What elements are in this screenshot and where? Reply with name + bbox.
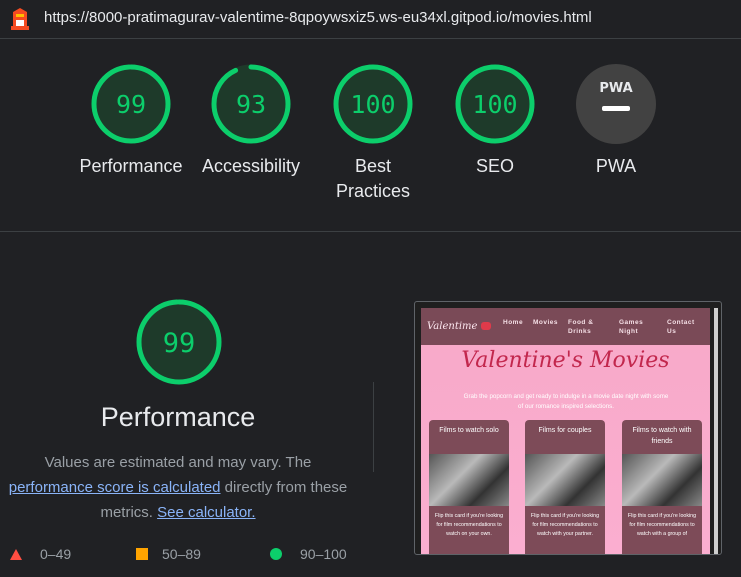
preview-card-text: Flip this card if you're looking for fil… [434, 513, 504, 537]
legend-fail: 0–49 [10, 546, 71, 562]
preview-card-title: Films to watch with friends [632, 427, 692, 445]
gauge-score: 93 [236, 90, 266, 119]
performance-description: Values are estimated and may vary. The p… [0, 450, 356, 525]
preview-brand: Valentime [427, 321, 478, 332]
preview-title: Valentine's Movies [461, 348, 670, 373]
performance-title: Performance [100, 402, 256, 432]
preview-scrollbar [714, 308, 718, 554]
vertical-divider [373, 382, 374, 472]
gauge-score: 100 [472, 90, 517, 119]
preview-navbar: Valentime Home Movies Food & Drinks Game… [421, 308, 710, 345]
gauge-best-practices[interactable]: 100 Best Practices [318, 62, 428, 204]
desc-text: Values are estimated and may vary. The [44, 454, 312, 471]
score-legend: 0–49 50–89 90–100 [0, 546, 360, 566]
gauge-score: 100 [350, 90, 395, 119]
score-gauge: 100 [455, 64, 535, 144]
score-gauge: 99 [136, 299, 222, 385]
gauge-seo[interactable]: 100 SEO [440, 62, 550, 179]
score-gauge: 93 [211, 64, 291, 144]
gauge-label: Best Practices [335, 156, 411, 201]
preview-card-title: Films for couples [538, 427, 592, 434]
preview-nav-games: Games Night [619, 319, 644, 335]
svg-text:PWA: PWA [599, 81, 632, 96]
gauge-score: 99 [116, 90, 146, 119]
performance-gauge-large: 99 [134, 297, 224, 387]
average-square-icon [136, 548, 148, 560]
preview-nav-food: Food & Drinks [568, 319, 594, 335]
pwa-badge-icon: PWA [576, 64, 656, 144]
heart-icon [481, 322, 491, 330]
fail-triangle-icon [10, 548, 22, 560]
gauge-accessibility[interactable]: 93 Accessibility [196, 62, 306, 179]
score-calculated-link[interactable]: performance score is calculated [9, 479, 221, 496]
legend-average: 50–89 [136, 546, 201, 562]
gauge-label: Performance [79, 156, 183, 176]
gauge-label: PWA [595, 156, 637, 176]
preview-card-title: Films to watch solo [439, 427, 499, 434]
page-url[interactable]: https://8000-pratimagurav-valentime-8qpo… [44, 9, 592, 26]
legend-range: 0–49 [40, 546, 72, 562]
legend-range: 50–89 [162, 546, 201, 562]
preview-subtitle: Grab the popcorn and get ready to indulg… [463, 393, 669, 410]
preview-card: Films for couples Flip this card if you'… [525, 420, 605, 554]
report-header: https://8000-pratimagurav-valentime-8qpo… [0, 0, 741, 39]
final-screenshot[interactable]: Valentime Home Movies Food & Drinks Game… [414, 301, 722, 555]
legend-range: 90–100 [300, 546, 347, 562]
gauge-label: Accessibility [201, 156, 301, 176]
gauge-pwa[interactable]: PWA PWA [561, 62, 671, 179]
preview-card-image [525, 454, 605, 506]
lighthouse-icon [11, 8, 29, 30]
gauge-label: SEO [475, 156, 514, 176]
gauge-score: 99 [163, 328, 196, 359]
preview-nav-contact: Contact Us [667, 319, 695, 335]
legend-pass: 90–100 [270, 546, 347, 562]
preview-card-text: Flip this card if you're looking for fil… [530, 513, 600, 537]
preview-card-image [622, 454, 702, 506]
score-gauge: 100 [333, 64, 413, 144]
pass-circle-icon [270, 548, 282, 560]
section-divider [0, 231, 741, 232]
preview-nav-movies: Movies [533, 319, 559, 326]
preview-card: Films to watch with friends Flip this ca… [622, 420, 702, 554]
preview-card-image [429, 454, 509, 506]
see-calculator-link[interactable]: See calculator. [157, 504, 255, 521]
screenshot-page: Valentime Home Movies Food & Drinks Game… [421, 308, 710, 554]
score-gauge: 99 [91, 64, 171, 144]
preview-card: Films to watch solo Flip this card if yo… [429, 420, 509, 554]
gauge-performance[interactable]: 99 Performance [76, 62, 186, 179]
preview-card-text: Flip this card if you're looking for fil… [627, 513, 697, 537]
preview-nav-home: Home [503, 319, 524, 326]
